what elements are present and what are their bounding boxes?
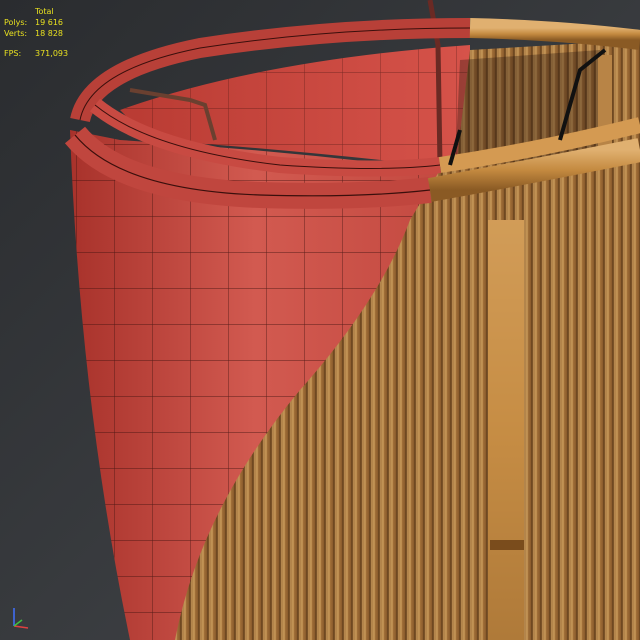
stats-polys-row: Polys: 19 616 — [4, 17, 68, 28]
polys-value: 19 616 — [35, 18, 63, 27]
fps-label: FPS: — [4, 49, 22, 58]
stats-fps-row: FPS: 371,093 — [4, 48, 68, 59]
basket-render — [0, 0, 640, 640]
stats-header: Total — [35, 7, 54, 16]
3d-viewport[interactable]: Total Polys: 19 616 Verts: 18 828 FPS: 3… — [0, 0, 640, 640]
verts-value: 18 828 — [35, 29, 63, 38]
polys-label: Polys: — [4, 18, 28, 27]
axis-gizmo-icon — [13, 608, 29, 629]
viewport-statistics: Total Polys: 19 616 Verts: 18 828 FPS: 3… — [4, 6, 68, 59]
verts-label: Verts: — [4, 29, 28, 38]
stats-gap — [4, 39, 68, 48]
stats-verts-row: Verts: 18 828 — [4, 28, 68, 39]
fps-value: 371,093 — [35, 49, 69, 58]
